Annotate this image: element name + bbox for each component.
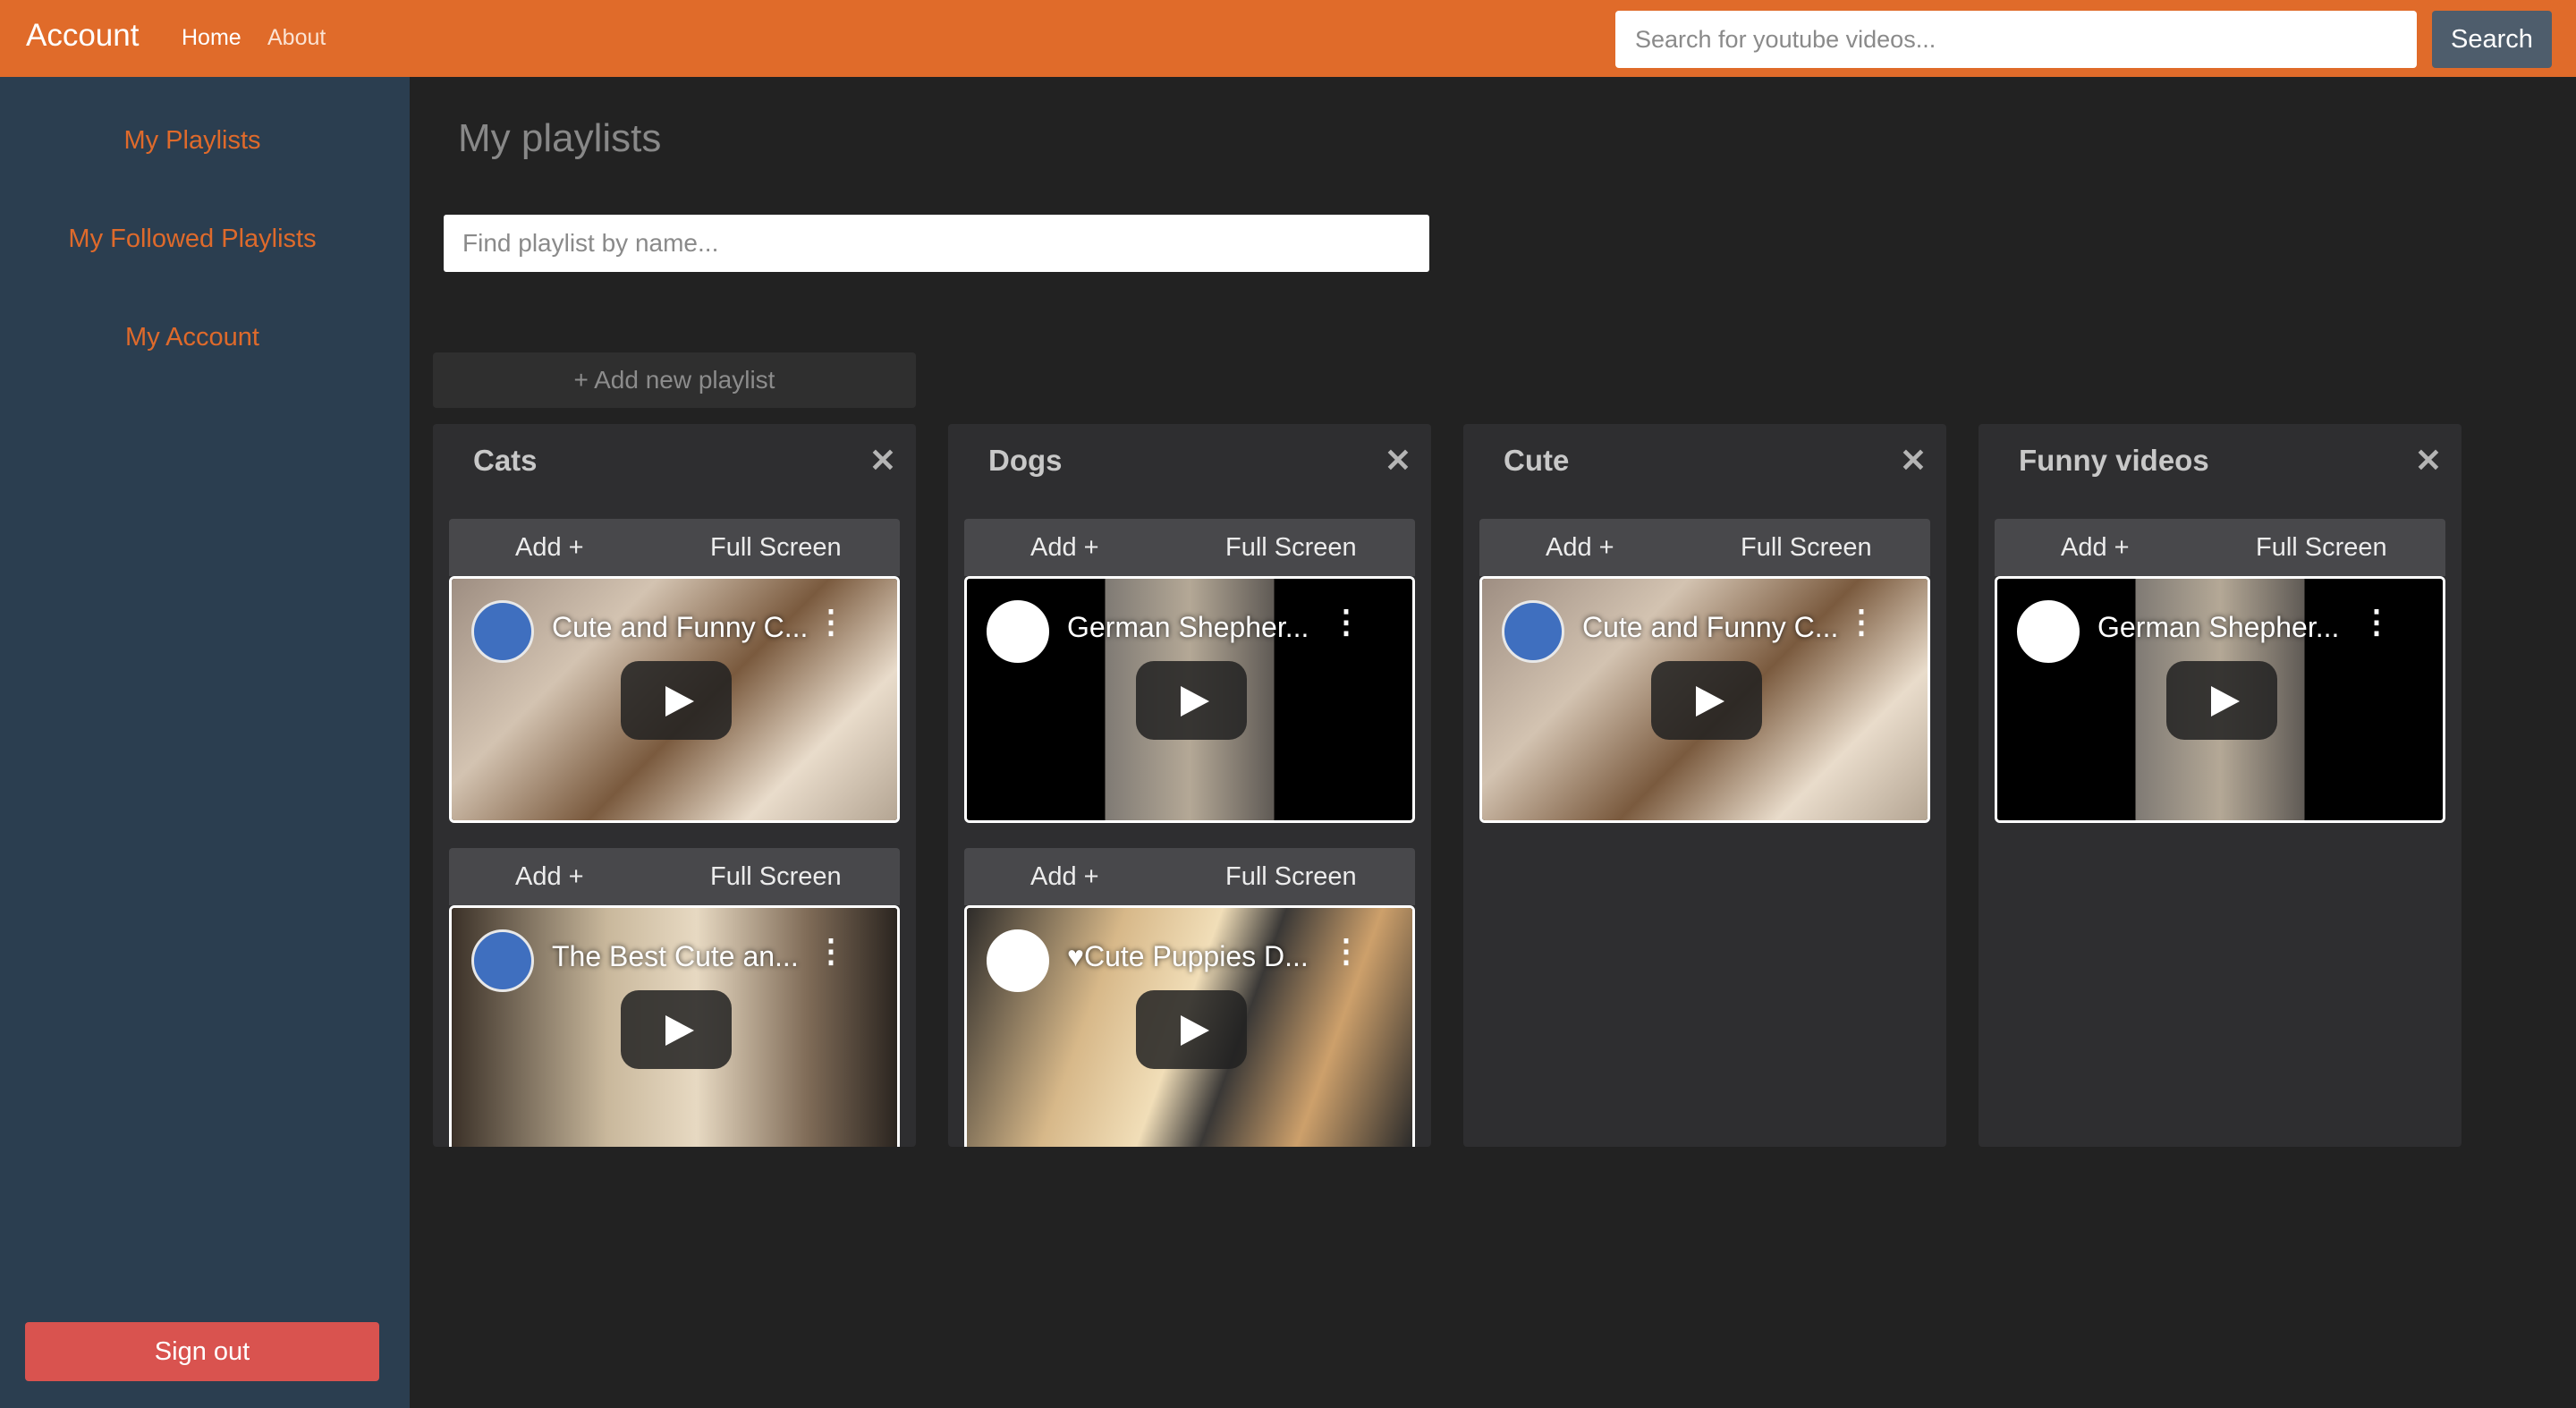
playlist-card-cute: Cute ✕ Add + Full Screen Cute and Funny …	[1463, 424, 1946, 1147]
page-title: My playlists	[458, 116, 662, 160]
video-embed[interactable]: ♥Cute Puppies D... ⋮	[964, 905, 1415, 1147]
video-controls: Add + Full Screen	[1995, 519, 2445, 576]
playlist-card-dogs: Dogs ✕ Add + Full Screen German Shepher.…	[948, 424, 1431, 1147]
play-icon[interactable]	[1136, 990, 1247, 1069]
video-controls: Add + Full Screen	[964, 848, 1415, 905]
top-navbar: Account Home About Search	[0, 0, 2576, 77]
find-playlist-input[interactable]	[444, 215, 1429, 272]
more-options-icon[interactable]: ⋮	[1330, 935, 1362, 967]
play-icon[interactable]	[621, 661, 732, 740]
playlist-title: Dogs	[988, 444, 1063, 477]
play-icon[interactable]	[1136, 661, 1247, 740]
nav-about-link[interactable]: About	[267, 25, 326, 51]
channel-avatar[interactable]	[987, 600, 1049, 663]
sign-out-button[interactable]: Sign out	[25, 1322, 379, 1381]
add-video-button[interactable]: Add +	[1546, 533, 1614, 563]
video-title[interactable]: German Shepher...	[1067, 611, 1309, 644]
video-title[interactable]: German Shepher...	[2097, 611, 2339, 644]
full-screen-button[interactable]: Full Screen	[1741, 533, 1872, 563]
video-item: Add + Full Screen German Shepher... ⋮	[1995, 519, 2445, 823]
video-title[interactable]: Cute and Funny C...	[552, 611, 808, 644]
video-controls: Add + Full Screen	[1479, 519, 1930, 576]
add-video-button[interactable]: Add +	[2061, 533, 2130, 563]
playlist-card-cats: Cats ✕ Add + Full Screen Cute and Funny …	[433, 424, 916, 1147]
more-options-icon[interactable]: ⋮	[1845, 606, 1877, 638]
video-item: Add + Full Screen German Shepher... ⋮	[964, 519, 1415, 823]
channel-avatar[interactable]	[1502, 600, 1564, 663]
add-video-button[interactable]: Add +	[515, 533, 584, 563]
video-title[interactable]: ♥Cute Puppies D...	[1067, 940, 1309, 973]
video-item: Add + Full Screen Cute and Funny C... ⋮	[1479, 519, 1930, 823]
full-screen-button[interactable]: Full Screen	[1225, 533, 1357, 563]
channel-avatar[interactable]	[2017, 600, 2080, 663]
sidebar-item-my-playlists[interactable]: My Playlists	[0, 126, 385, 156]
full-screen-button[interactable]: Full Screen	[710, 862, 842, 892]
video-controls: Add + Full Screen	[964, 519, 1415, 576]
video-title[interactable]: Cute and Funny C...	[1582, 611, 1838, 644]
full-screen-button[interactable]: Full Screen	[1225, 862, 1357, 892]
add-video-button[interactable]: Add +	[1030, 533, 1099, 563]
youtube-search-input[interactable]	[1615, 11, 2417, 68]
add-video-button[interactable]: Add +	[515, 862, 584, 892]
video-embed[interactable]: German Shepher... ⋮	[964, 576, 1415, 823]
more-options-icon[interactable]: ⋮	[2360, 606, 2393, 638]
more-options-icon[interactable]: ⋮	[815, 935, 847, 967]
add-new-playlist-button[interactable]: + Add new playlist	[433, 352, 916, 408]
playlist-title: Funny videos	[2019, 444, 2209, 477]
play-icon[interactable]	[1651, 661, 1762, 740]
close-icon[interactable]: ✕	[1900, 442, 1927, 479]
video-controls: Add + Full Screen	[449, 519, 900, 576]
sidebar-item-my-account[interactable]: My Account	[0, 323, 385, 352]
more-options-icon[interactable]: ⋮	[1330, 606, 1362, 638]
channel-avatar[interactable]	[987, 929, 1049, 992]
close-icon[interactable]: ✕	[1385, 442, 1411, 479]
channel-avatar[interactable]	[471, 929, 534, 992]
channel-avatar[interactable]	[471, 600, 534, 663]
full-screen-button[interactable]: Full Screen	[2256, 533, 2387, 563]
video-controls: Add + Full Screen	[449, 848, 900, 905]
brand-account[interactable]: Account	[26, 18, 139, 54]
more-options-icon[interactable]: ⋮	[815, 606, 847, 638]
nav-home-link[interactable]: Home	[182, 25, 242, 51]
full-screen-button[interactable]: Full Screen	[710, 533, 842, 563]
video-title[interactable]: The Best Cute an...	[552, 940, 799, 973]
video-item: Add + Full Screen The Best Cute an... ⋮	[449, 848, 900, 1147]
sidebar-item-followed-playlists[interactable]: My Followed Playlists	[0, 225, 385, 254]
play-icon[interactable]	[621, 990, 732, 1069]
sidebar: My Playlists My Followed Playlists My Ac…	[0, 77, 410, 1408]
video-embed[interactable]: German Shepher... ⋮	[1995, 576, 2445, 823]
video-item: Add + Full Screen ♥Cute Puppies D... ⋮	[964, 848, 1415, 1147]
close-icon[interactable]: ✕	[2415, 442, 2442, 479]
playlist-title: Cats	[473, 444, 538, 477]
search-button[interactable]: Search	[2432, 11, 2552, 68]
video-item: Add + Full Screen Cute and Funny C... ⋮	[449, 519, 900, 823]
video-embed[interactable]: Cute and Funny C... ⋮	[1479, 576, 1930, 823]
add-video-button[interactable]: Add +	[1030, 862, 1099, 892]
close-icon[interactable]: ✕	[869, 442, 896, 479]
playlist-title: Cute	[1504, 444, 1570, 477]
video-embed[interactable]: Cute and Funny C... ⋮	[449, 576, 900, 823]
video-embed[interactable]: The Best Cute an... ⋮	[449, 905, 900, 1147]
playlist-card-funny-videos: Funny videos ✕ Add + Full Screen German …	[1979, 424, 2462, 1147]
play-icon[interactable]	[2166, 661, 2277, 740]
